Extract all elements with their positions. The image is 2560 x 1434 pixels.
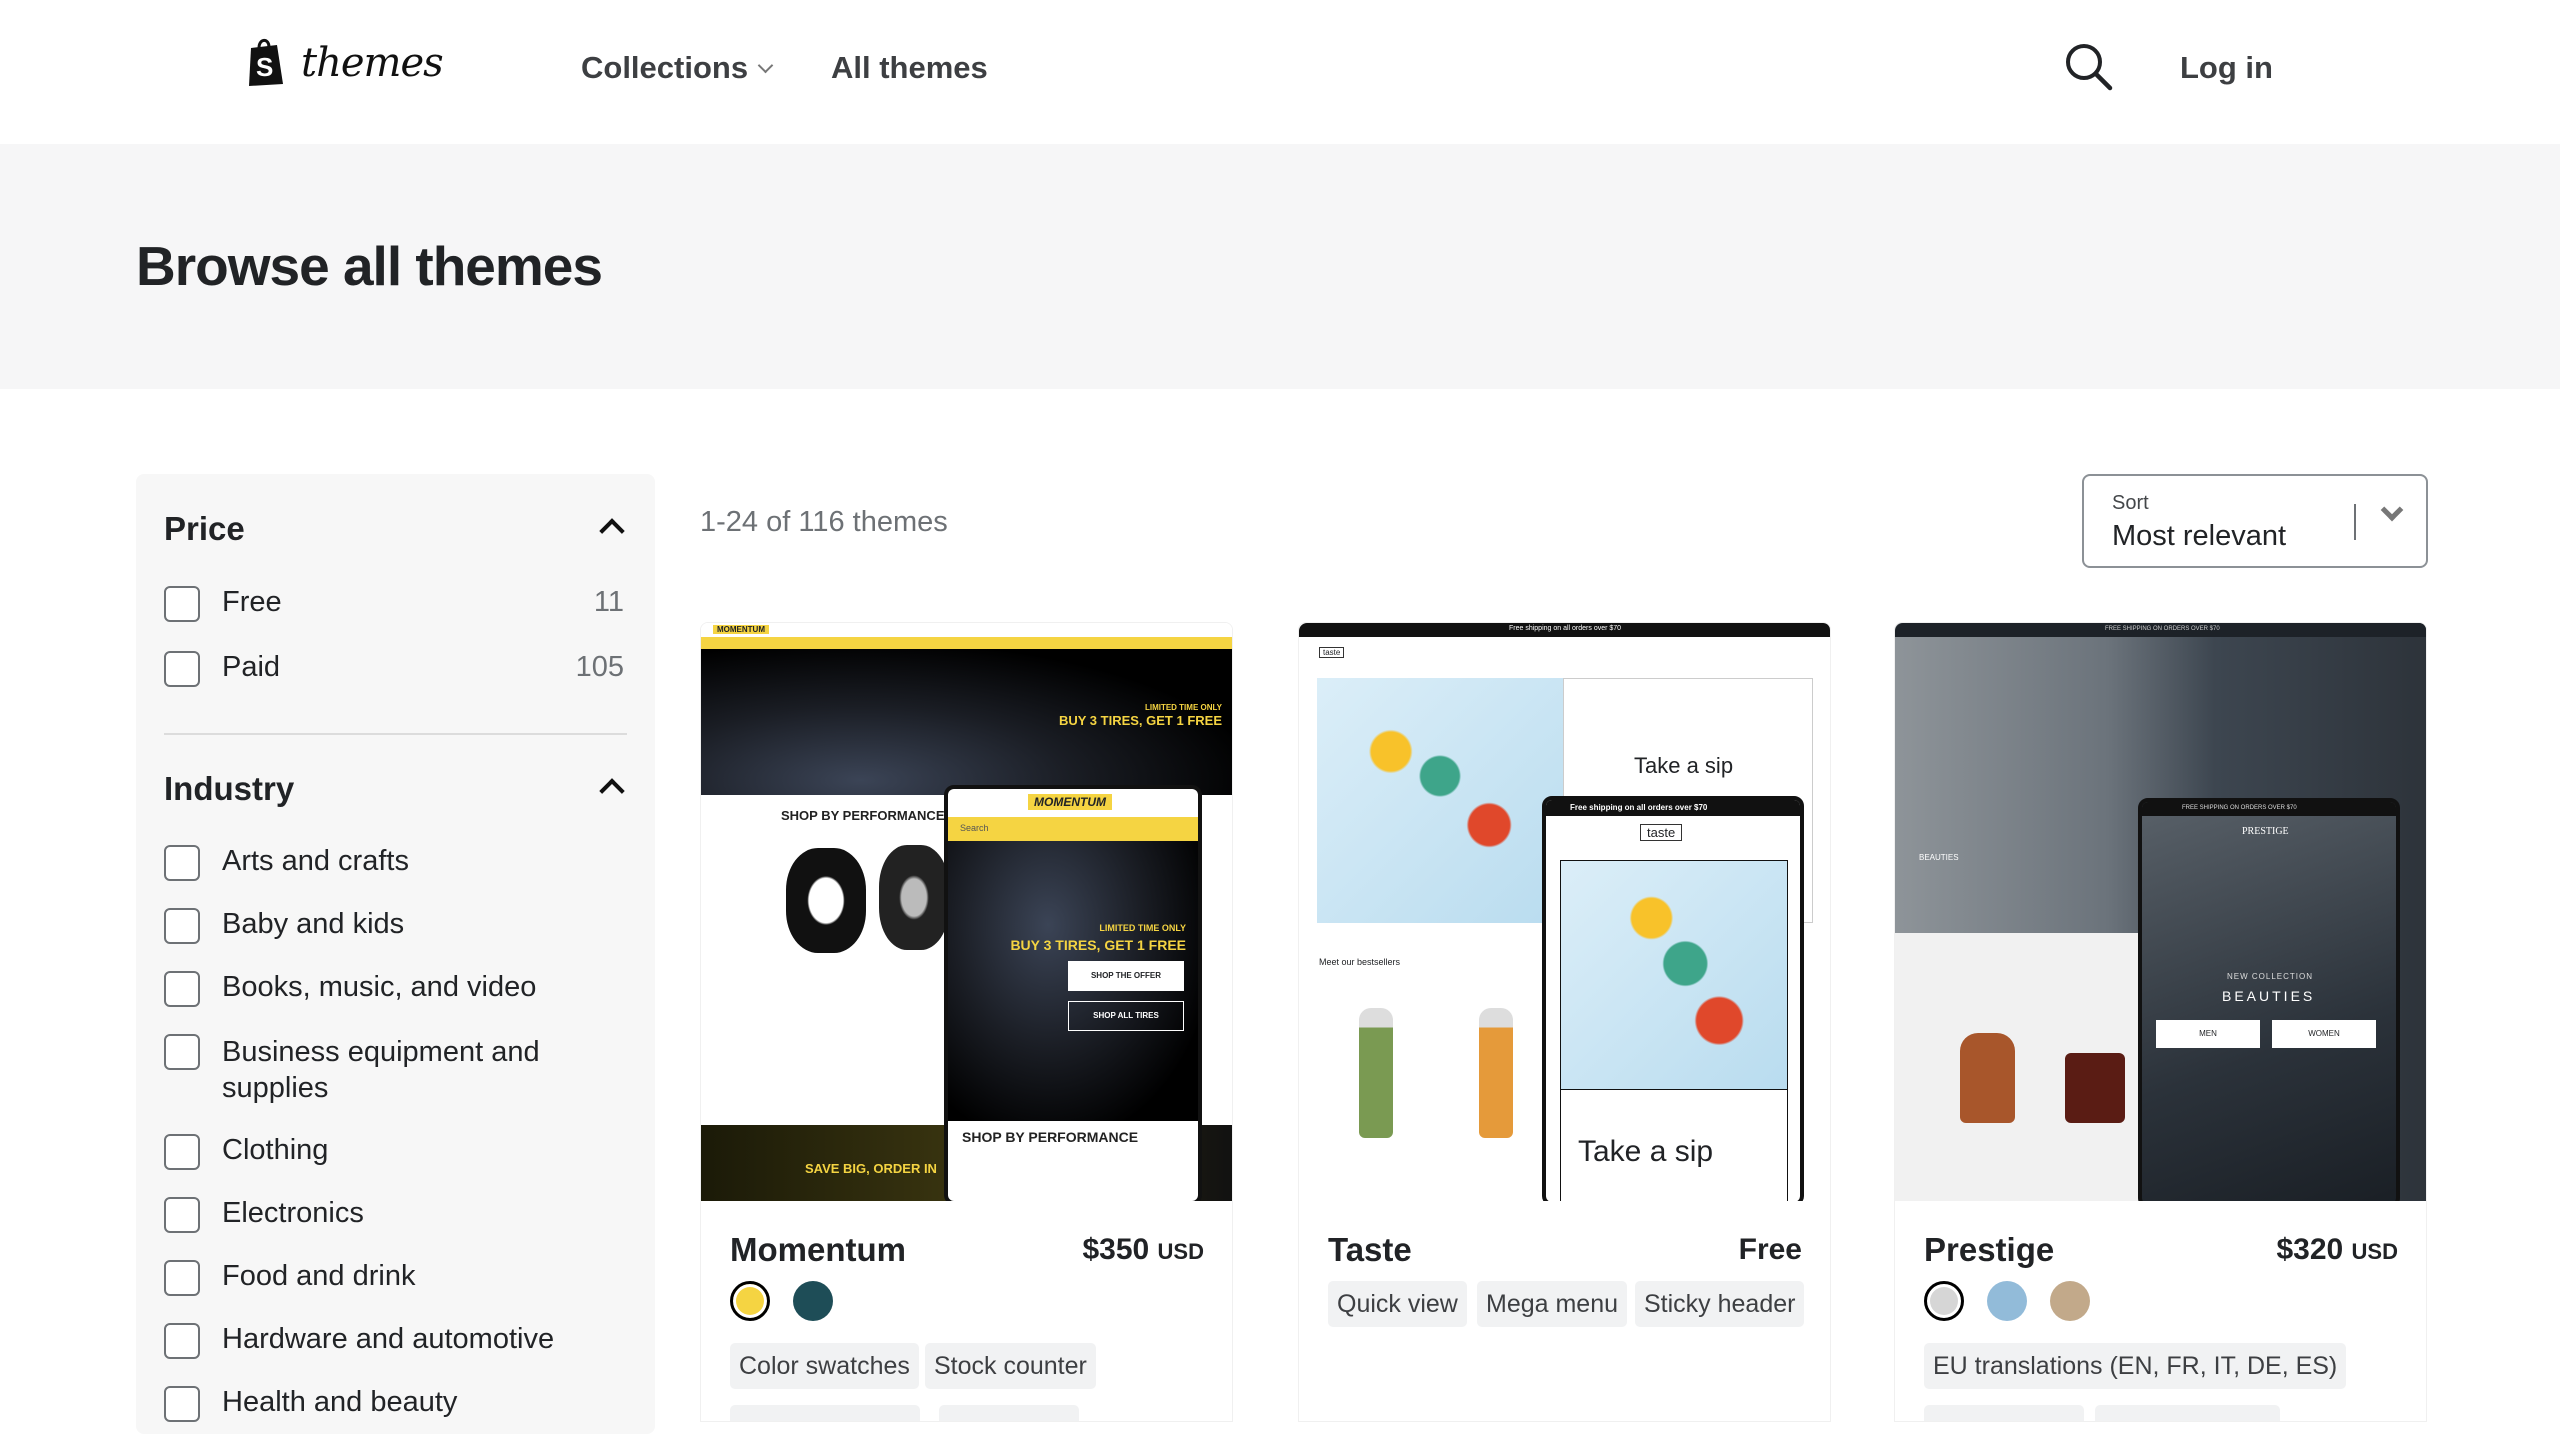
nav-collections[interactable]: Collections: [581, 50, 774, 86]
checkbox[interactable]: [164, 845, 200, 881]
shopify-themes-logo[interactable]: S themes: [245, 38, 444, 88]
checkbox[interactable]: [164, 1323, 200, 1359]
shopify-bag-icon: S: [249, 38, 283, 86]
filter-industry-option[interactable]: Business equipment and supplies: [164, 1034, 624, 1106]
checkbox[interactable]: [164, 1260, 200, 1296]
filter-industry-option[interactable]: Arts and crafts: [164, 845, 624, 881]
theme-card-taste[interactable]: Free shipping on all orders over $70 tas…: [1298, 622, 1831, 1422]
theme-card-momentum[interactable]: MOMENTUM LIMITED TIME ONLY BUY 3 TIRES, …: [700, 622, 1233, 1422]
checkbox[interactable]: [164, 971, 200, 1007]
feature-tag: Stock counter: [925, 1343, 1096, 1389]
checkbox[interactable]: [164, 908, 200, 944]
feature-tag: [2095, 1405, 2280, 1421]
chevron-up-icon[interactable]: [599, 778, 625, 804]
svg-text:S: S: [256, 52, 273, 82]
chevron-down-icon: [757, 57, 774, 73]
checkbox[interactable]: [164, 586, 200, 622]
filter-industry-option[interactable]: Clothing: [164, 1134, 624, 1170]
site-header: S themes Collections All themes Log in: [0, 0, 2560, 144]
hero-banner: Browse all themes: [0, 144, 2560, 389]
filter-industry-title[interactable]: Industry: [164, 770, 294, 808]
checkbox[interactable]: [164, 1034, 200, 1070]
checkbox[interactable]: [164, 1197, 200, 1233]
filter-industry-option[interactable]: Books, music, and video: [164, 971, 624, 1007]
theme-name[interactable]: Momentum: [730, 1231, 906, 1269]
feature-tag: [1924, 1405, 2084, 1421]
filter-price-title[interactable]: Price: [164, 510, 245, 548]
filter-industry-option[interactable]: Food and drink: [164, 1260, 624, 1296]
checkbox[interactable]: [164, 1386, 200, 1422]
theme-price: $320 USD: [2276, 1233, 2398, 1266]
theme-name[interactable]: Prestige: [1924, 1231, 2054, 1269]
results-count: 1-24 of 116 themes: [700, 506, 948, 538]
filter-price-free[interactable]: Free 11: [164, 586, 624, 622]
divider: [2354, 504, 2356, 540]
search-icon[interactable]: [2064, 42, 2114, 92]
theme-card-prestige[interactable]: FREE SHIPPING ON ORDERS OVER $70 BEAUTIE…: [1894, 622, 2427, 1422]
chevron-down-icon: [2380, 498, 2404, 522]
feature-tag: Sticky header: [1635, 1281, 1805, 1327]
feature-tag: Mega menu: [1477, 1281, 1628, 1327]
filter-industry-option[interactable]: Hardware and automotive: [164, 1323, 624, 1359]
filter-industry-option[interactable]: Health and beauty: [164, 1386, 624, 1422]
filter-sidebar: Price Free 11 Paid 105 Industry Arts and c…: [136, 474, 655, 1434]
nav-all-themes[interactable]: All themes: [831, 50, 988, 86]
feature-tag: [939, 1405, 1079, 1421]
filter-industry-option[interactable]: Electronics: [164, 1197, 624, 1233]
chevron-up-icon[interactable]: [599, 518, 625, 544]
page-title: Browse all themes: [136, 235, 603, 297]
theme-preview-image[interactable]: FREE SHIPPING ON ORDERS OVER $70 BEAUTIE…: [1895, 623, 2426, 1201]
theme-name[interactable]: Taste: [1328, 1231, 1412, 1269]
sort-select[interactable]: Sort Most relevant: [2082, 474, 2428, 568]
filter-industry-option[interactable]: Baby and kids: [164, 908, 624, 944]
color-swatch[interactable]: [2050, 1281, 2090, 1321]
theme-price: Free: [1738, 1233, 1802, 1266]
login-link[interactable]: Log in: [2180, 50, 2273, 86]
theme-preview-image[interactable]: Free shipping on all orders over $70 tas…: [1299, 623, 1830, 1201]
theme-price: $350 USD: [1082, 1233, 1204, 1266]
checkbox[interactable]: [164, 1134, 200, 1170]
color-swatch[interactable]: [1924, 1281, 1964, 1321]
feature-tag: [730, 1405, 920, 1421]
color-swatch[interactable]: [793, 1281, 833, 1321]
color-swatch[interactable]: [1987, 1281, 2027, 1321]
feature-tag: EU translations (EN, FR, IT, DE, ES): [1924, 1343, 2347, 1389]
checkbox[interactable]: [164, 651, 200, 687]
feature-tag: Quick view: [1328, 1281, 1467, 1327]
filter-price-paid[interactable]: Paid 105: [164, 651, 624, 687]
theme-preview-image[interactable]: MOMENTUM LIMITED TIME ONLY BUY 3 TIRES, …: [701, 623, 1232, 1201]
feature-tag: Color swatches: [730, 1343, 919, 1389]
color-swatch[interactable]: [730, 1281, 770, 1321]
divider: [164, 733, 627, 735]
